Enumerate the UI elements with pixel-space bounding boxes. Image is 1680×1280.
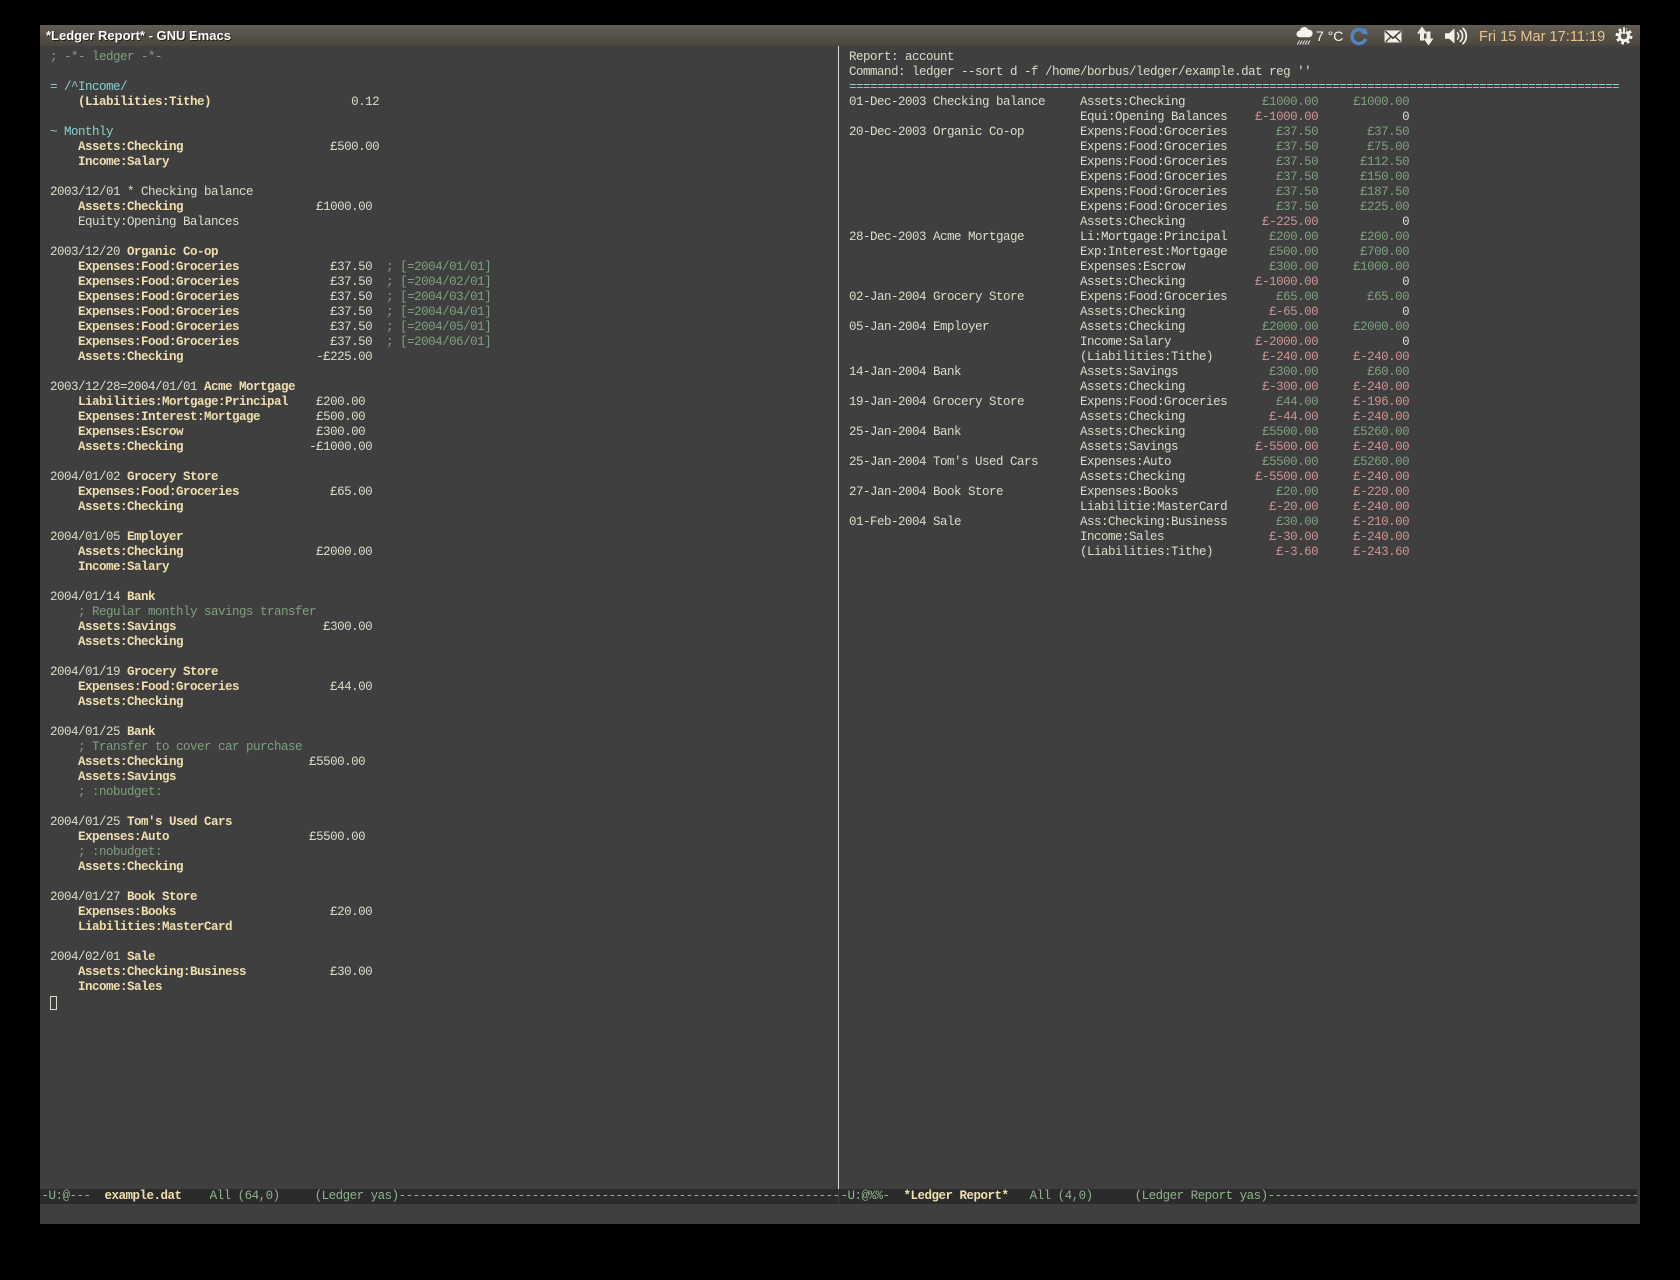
svg-text:7 °C: 7 °C [1316, 28, 1343, 44]
svg-text:Fri 15 Mar 17:11:19: Fri 15 Mar 17:11:19 [1479, 29, 1605, 45]
